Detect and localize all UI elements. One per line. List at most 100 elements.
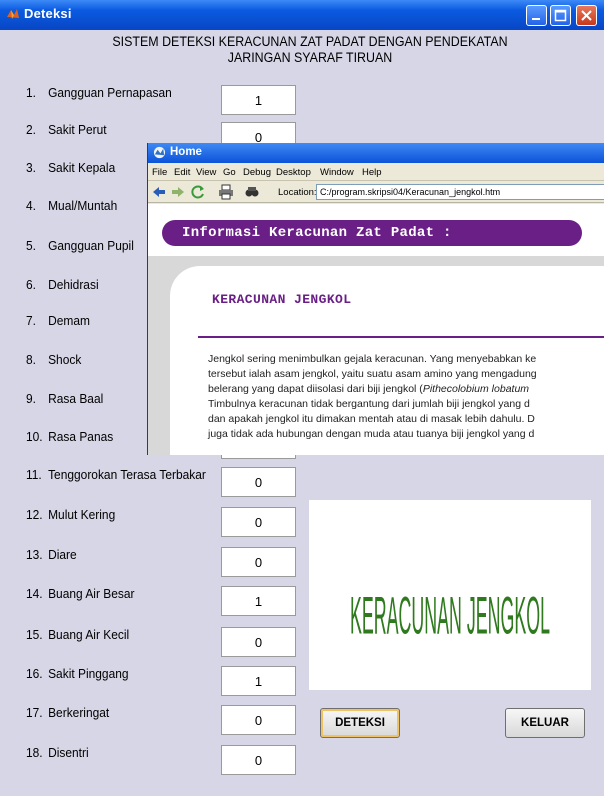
symptom-name: Shock <box>48 352 82 367</box>
menu-item-file[interactable]: File <box>152 167 167 178</box>
symptom-label: 10. Rasa Panas <box>26 429 113 445</box>
symptom-value-input[interactable]: 0 <box>221 507 296 537</box>
symptom-label: 2. Sakit Perut <box>26 122 107 138</box>
symptom-name: Mual/Muntah <box>48 198 118 213</box>
window-titlebar[interactable]: Deteksi <box>0 0 604 30</box>
location-input[interactable]: C:/program.skripsi04/Keracunan_jengkol.h… <box>316 184 604 200</box>
symptom-value-input[interactable]: 0 <box>221 547 296 577</box>
symptom-number: 5. <box>26 238 36 253</box>
article-line: belerang yang dapat diisolasi dari biji … <box>208 382 604 397</box>
article-line-text: tersebut ialah asam jengkol, yaitu suatu… <box>208 368 537 380</box>
article-line: Timbulnya keracunan tidak bergantung dar… <box>208 397 604 412</box>
deteksi-window: Deteksi SISTEM DETEKSI KERACUNAN ZAT PAD… <box>0 0 604 796</box>
menu-item-help[interactable]: Help <box>362 167 382 178</box>
article-line-text: Timbulnya keracunan tidak bergantung dar… <box>208 398 530 410</box>
symptom-value-input[interactable]: 1 <box>221 586 296 616</box>
symptom-name: Gangguan Pernapasan <box>48 85 172 100</box>
symptom-label: 18. Disentri <box>26 745 89 761</box>
symptom-number: 16. <box>26 666 43 681</box>
content-band-left <box>148 328 170 455</box>
refresh-icon[interactable] <box>190 184 206 200</box>
close-button[interactable] <box>576 5 597 26</box>
keluar-button[interactable]: KELUAR <box>505 708 585 738</box>
article-line-text: belerang yang dapat diisolasi dari biji … <box>208 383 423 395</box>
symptom-value-input[interactable]: 0 <box>221 627 296 657</box>
symptom-label: 14. Buang Air Besar <box>26 586 135 602</box>
menu-item-debug[interactable]: Debug <box>243 167 271 178</box>
symptom-label: 16. Sakit Pinggang <box>26 666 129 682</box>
menu-item-view[interactable]: View <box>196 167 216 178</box>
symptom-number: 12. <box>26 507 43 522</box>
symptom-label: 13. Diare <box>26 547 77 563</box>
symptom-label: 15. Buang Air Kecil <box>26 627 129 643</box>
symptom-label: 6. Dehidrasi <box>26 277 99 293</box>
symptom-name: Rasa Baal <box>48 391 104 406</box>
symptom-value-input[interactable]: 0 <box>221 705 296 735</box>
symptom-name: Mulut Kering <box>48 507 116 522</box>
minimize-icon <box>532 18 540 20</box>
symptom-name: Buang Air Kecil <box>48 627 130 642</box>
minimize-button[interactable] <box>526 5 547 26</box>
browser-title: Home <box>170 146 202 158</box>
symptom-number: 18. <box>26 745 43 760</box>
window-title: Deteksi <box>24 6 72 21</box>
symptom-number: 6. <box>26 277 36 292</box>
symptom-name: Disentri <box>48 745 89 760</box>
menu-item-window[interactable]: Window <box>320 167 354 178</box>
back-arrow-icon[interactable] <box>151 184 167 200</box>
maximize-icon <box>554 9 567 22</box>
symptom-value-input[interactable]: 1 <box>221 666 296 696</box>
symptom-number: 7. <box>26 313 36 328</box>
symptom-name: Dehidrasi <box>48 277 99 292</box>
symptom-number: 14. <box>26 586 43 601</box>
symptom-label: 5. Gangguan Pupil <box>26 238 134 254</box>
symptom-number: 15. <box>26 627 43 642</box>
deteksi-button[interactable]: DETEKSI <box>320 708 400 738</box>
symptom-label: 8. Shock <box>26 352 81 368</box>
symptom-label: 7. Demam <box>26 313 90 329</box>
heading-line-1: SISTEM DETEKSI KERACUNAN ZAT PADAT DENGA… <box>112 34 508 49</box>
find-icon[interactable] <box>244 184 260 200</box>
maximize-button[interactable] <box>550 5 571 26</box>
symptom-value-input[interactable]: 0 <box>221 745 296 775</box>
symptom-number: 13. <box>26 547 43 562</box>
heading-line-2: JARINGAN SYARAF TIRUAN <box>227 50 393 65</box>
matlab-icon <box>153 146 166 159</box>
info-banner: Informasi Keracunan Zat Padat : <box>162 220 582 246</box>
browser-menubar: File Edit View Go Debug Desktop Window Help <box>148 163 604 181</box>
forward-arrow-icon[interactable] <box>170 184 186 200</box>
article-line: Jengkol sering menimbulkan gejala keracu… <box>208 352 604 367</box>
menu-item-go[interactable]: Go <box>223 167 236 178</box>
article-text: Jengkol sering menimbulkan gejala keracu… <box>208 352 604 442</box>
symptom-number: 2. <box>26 122 36 137</box>
symptom-value-input[interactable]: 0 <box>221 467 296 497</box>
help-browser-window: Home File Edit View Go Debug Desktop Window Hel… <box>147 143 604 455</box>
symptom-label: 11. Tenggorokan Terasa Terbakar <box>26 467 206 483</box>
symptom-name: Gangguan Pupil <box>48 238 134 253</box>
symptom-name: Berkeringat <box>48 705 110 720</box>
symptom-number: 1. <box>26 85 36 100</box>
symptom-number: 10. <box>26 429 43 444</box>
menu-item-edit[interactable]: Edit <box>174 167 190 178</box>
symptom-name: Rasa Panas <box>48 429 114 444</box>
symptom-name: Diare <box>48 547 77 562</box>
symptom-name: Sakit Pinggang <box>48 666 129 681</box>
menu-item-desktop[interactable]: Desktop <box>276 167 311 178</box>
symptom-number: 11. <box>26 467 42 482</box>
symptom-label: 9. Rasa Baal <box>26 391 103 407</box>
article-italic-term: Pithecolobium lobatum <box>422 383 530 395</box>
symptom-number: 17. <box>26 705 43 720</box>
symptom-label: 17. Berkeringat <box>26 705 109 721</box>
symptom-name: Demam <box>48 313 90 328</box>
browser-toolbar: Location: C:/program.skripsi04/Keracunan… <box>148 181 604 203</box>
symptom-number: 4. <box>26 198 36 213</box>
article-line: tersebut ialah asam jengkol, yaitu suatu… <box>208 367 604 382</box>
article-line-text: dan apakah jengkol itu dimakan mentah at… <box>208 413 535 425</box>
print-icon[interactable] <box>218 184 234 200</box>
browser-titlebar[interactable]: Home <box>148 143 604 163</box>
location-label: Location: <box>278 187 317 198</box>
symptom-name: Tenggorokan Terasa Terbakar <box>48 467 206 482</box>
symptom-value-input[interactable]: 1 <box>221 85 296 115</box>
symptom-label: 3. Sakit Kepala <box>26 160 115 176</box>
symptom-label: 12. Mulut Kering <box>26 507 115 523</box>
